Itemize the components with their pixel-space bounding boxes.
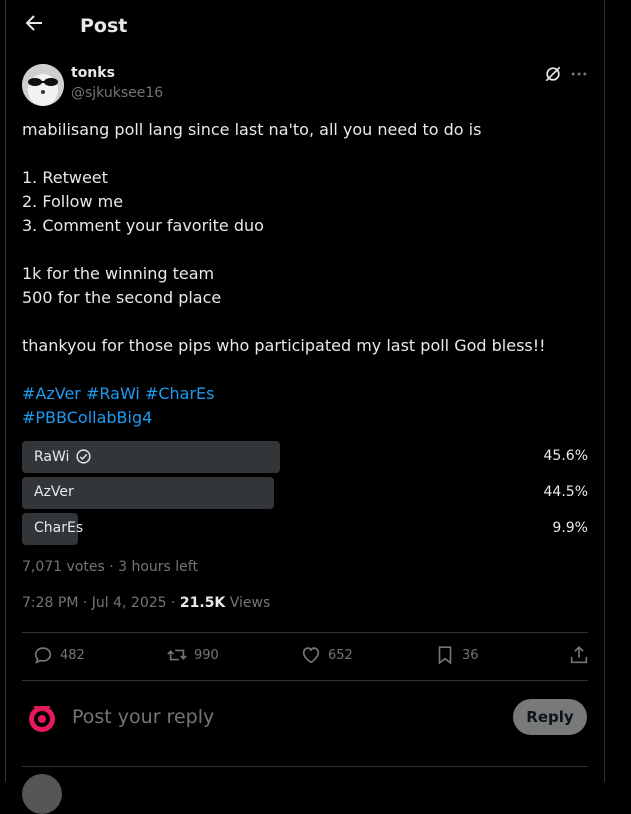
author-handle[interactable]: @sjkuksee16	[71, 85, 163, 101]
heart-icon	[302, 647, 320, 664]
poll-option-azver: AzVer 44.5%	[22, 477, 588, 509]
post-meta: 7:28 PM · Jul 4, 2025 · 21.5K Views	[22, 595, 270, 611]
author-avatar-image	[22, 64, 64, 106]
post-column: Post tonks @sjkuksee16 mabilisang poll l…	[5, 0, 605, 814]
reply-action[interactable]: 482	[32, 644, 85, 666]
bookmark-icon	[438, 646, 452, 665]
author-name[interactable]: tonks	[71, 65, 115, 81]
check-circle-icon	[76, 449, 92, 464]
divider	[22, 680, 588, 681]
poll-option-percent: 45.6%	[543, 448, 588, 464]
post-text: mabilisang poll lang since last na'to, a…	[22, 118, 592, 430]
bookmark-action[interactable]: 36	[434, 644, 479, 666]
poll-option-text: CharEs	[34, 520, 84, 536]
divider	[22, 766, 588, 767]
poll-option-rawi: RaWi 45.6%	[22, 441, 588, 473]
next-reply-avatar[interactable]	[22, 774, 62, 814]
comment-icon	[34, 647, 52, 664]
repost-icon	[167, 649, 187, 661]
post-line: 2. Follow me	[22, 192, 124, 211]
post-line: 1. Retweet	[22, 168, 108, 187]
like-count: 652	[328, 647, 353, 663]
bookmark-count: 36	[462, 647, 479, 663]
reply-input[interactable]: Post your reply	[72, 706, 214, 728]
back-arrow-icon[interactable]	[22, 11, 46, 35]
poll-option-percent: 44.5%	[543, 484, 588, 500]
post-line: thankyou for those pips who participated…	[22, 336, 546, 355]
poll-option-text: AzVer	[34, 484, 74, 500]
repost-action[interactable]: 990	[166, 644, 219, 666]
action-bar: 482 990 652 36	[22, 640, 588, 674]
page-title: Post	[80, 15, 128, 37]
more-options-icon[interactable]	[569, 64, 589, 84]
hashtags-line[interactable]: #AzVer #RaWi #CharEs	[22, 382, 592, 406]
like-action[interactable]: 652	[300, 644, 353, 666]
post-line: mabilisang poll lang since last na'to, a…	[22, 120, 482, 139]
views-count: 21.5K	[179, 595, 226, 611]
share-action[interactable]	[568, 644, 590, 666]
post-line: 1k for the winning team	[22, 264, 215, 283]
hashtags-line[interactable]: #PBBCollabBig4	[22, 406, 592, 430]
views-label: Views	[225, 595, 271, 611]
post-line: 500 for the second place	[22, 288, 222, 307]
grok-icon[interactable]	[543, 64, 563, 84]
post-line	[22, 358, 592, 382]
post-line	[22, 310, 592, 334]
post-timestamp[interactable]: 7:28 PM · Jul 4, 2025 ·	[22, 595, 180, 611]
reply-count: 482	[60, 647, 85, 663]
poll-option-label: CharEs	[34, 520, 83, 536]
reply-button[interactable]: Reply	[513, 699, 587, 735]
share-icon	[570, 646, 588, 664]
poll-option-label: RaWi	[34, 448, 92, 465]
post-line: 3. Comment your favorite duo	[22, 216, 264, 235]
poll-option-percent: 9.9%	[552, 520, 588, 536]
divider	[22, 632, 588, 633]
user-avatar[interactable]	[22, 698, 62, 738]
poll-option-label: AzVer	[34, 484, 74, 500]
poll-option-chares: CharEs 9.9%	[22, 513, 588, 545]
page-header: Post	[6, 0, 604, 53]
user-avatar-image	[22, 698, 62, 738]
author-avatar[interactable]	[22, 64, 64, 106]
poll-summary: 7,071 votes · 3 hours left	[22, 559, 198, 575]
post-line	[22, 238, 592, 262]
repost-count: 990	[194, 647, 219, 663]
post-line	[22, 142, 592, 166]
poll-option-text: RaWi	[34, 448, 70, 465]
